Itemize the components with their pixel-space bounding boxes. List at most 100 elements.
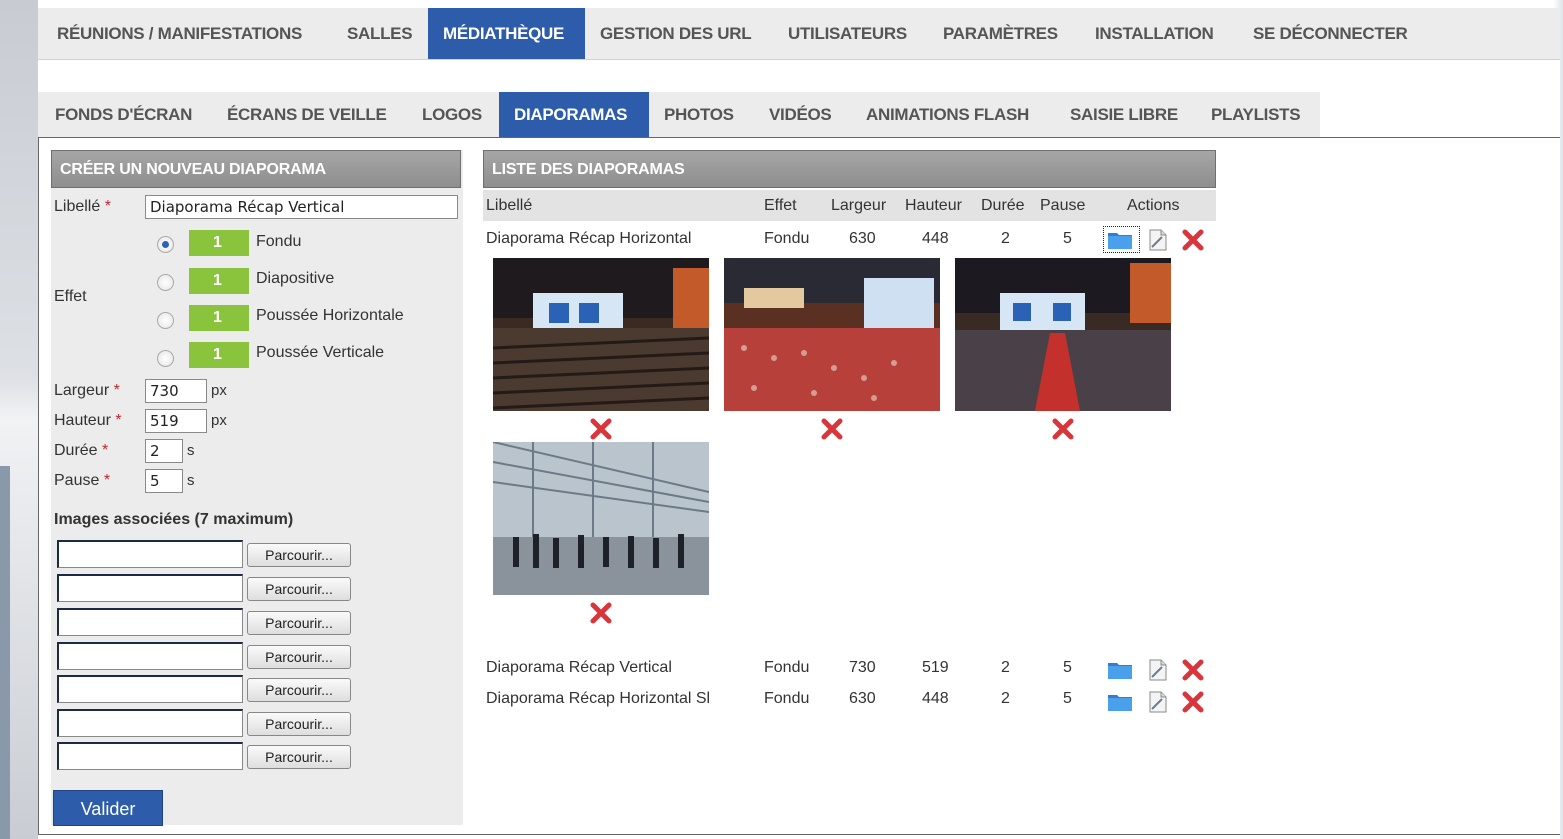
image-file-input-1[interactable] xyxy=(57,540,243,568)
effect-label-poussee-horizontale: Poussée Horizontale xyxy=(256,307,404,324)
tab-videos[interactable]: VIDÉOS xyxy=(754,92,846,137)
tab-photos[interactable]: PHOTOS xyxy=(649,92,749,137)
thumbnail-conference-crowd xyxy=(724,258,940,411)
image-file-input-6[interactable] xyxy=(57,709,243,737)
nav-item-mediatheque[interactable]: MÉDIATHÈQUE xyxy=(428,8,585,59)
top-navigation: RÉUNIONS / MANIFESTATIONS SALLES MÉDIATH… xyxy=(38,8,1560,60)
tab-logos[interactable]: LOGOS xyxy=(405,92,499,137)
effet-label: Effet xyxy=(54,288,87,305)
effect-label-poussee-verticale: Poussée Verticale xyxy=(256,344,385,361)
row2-libelle: Diaporama Récap Vertical xyxy=(486,659,672,676)
window-background-stripe xyxy=(0,466,10,839)
row3-edit-icon[interactable] xyxy=(1147,691,1169,713)
row3-delete-icon[interactable] xyxy=(1182,691,1204,713)
row1-folder-icon[interactable] xyxy=(1107,230,1133,250)
row3-duree: 2 xyxy=(1001,690,1010,707)
row2-delete-icon[interactable] xyxy=(1182,659,1204,681)
nav-item-parametres[interactable]: PARAMÈTRES xyxy=(928,8,1073,59)
row3-largeur: 630 xyxy=(849,690,876,707)
row1-delete-icon[interactable] xyxy=(1182,229,1204,251)
browse-button-1[interactable]: Parcourir... xyxy=(247,543,351,567)
largeur-unit: px xyxy=(211,382,227,399)
nav-item-salles[interactable]: SALLES xyxy=(328,8,431,59)
pause-input[interactable] xyxy=(145,469,183,493)
nav-item-deconnecter[interactable]: SE DÉCONNECTER xyxy=(1238,8,1423,59)
image-file-input-3[interactable] xyxy=(57,608,243,636)
pause-label: Pause * xyxy=(54,472,111,489)
col-header-duree: Durée xyxy=(981,197,1025,214)
create-diaporama-panel: CRÉER UN NOUVEAU DIAPORAMA Libellé * Eff… xyxy=(51,150,463,826)
content-area: CRÉER UN NOUVEAU DIAPORAMA Libellé * Eff… xyxy=(38,137,1560,835)
col-header-hauteur: Hauteur xyxy=(905,197,962,214)
largeur-label: Largeur * xyxy=(54,382,120,399)
row1-largeur: 630 xyxy=(849,230,876,247)
nav-item-reunions[interactable]: RÉUNIONS / MANIFESTATIONS xyxy=(38,8,321,59)
duree-label: Durée * xyxy=(54,442,109,459)
tab-diaporamas[interactable]: DIAPORAMAS xyxy=(499,92,649,137)
tab-fonds-ecran[interactable]: FONDS D'ÉCRAN xyxy=(38,92,209,137)
browse-button-7[interactable]: Parcourir... xyxy=(247,745,351,769)
thumbnail-4-delete-icon[interactable] xyxy=(590,602,612,624)
effect-preview-diapositive: 1 xyxy=(189,268,249,294)
browse-button-6[interactable]: Parcourir... xyxy=(247,712,351,736)
image-file-input-4[interactable] xyxy=(57,642,243,670)
nav-item-utilisateurs[interactable]: UTILISATEURS xyxy=(773,8,922,59)
row1-pause: 5 xyxy=(1063,230,1072,247)
browse-button-3[interactable]: Parcourir... xyxy=(247,611,351,635)
row1-hauteur: 448 xyxy=(922,230,949,247)
tab-animations-flash[interactable]: ANIMATIONS FLASH xyxy=(850,92,1045,137)
create-panel-title: CRÉER UN NOUVEAU DIAPORAMA xyxy=(51,150,461,188)
diaporama-list-panel: LISTE DES DIAPORAMAS Libellé Effet Large… xyxy=(483,150,1218,810)
row1-edit-icon[interactable] xyxy=(1147,229,1169,251)
browse-button-5[interactable]: Parcourir... xyxy=(247,678,351,702)
row2-effet: Fondu xyxy=(764,659,810,676)
nav-item-installation[interactable]: INSTALLATION xyxy=(1080,8,1229,59)
col-header-largeur: Largeur xyxy=(831,197,887,214)
thumbnail-2-delete-icon[interactable] xyxy=(821,418,843,440)
valider-button[interactable]: Valider xyxy=(53,790,163,826)
hauteur-input[interactable] xyxy=(145,409,207,433)
col-header-pause: Pause xyxy=(1040,197,1086,214)
nav-item-gestion-url[interactable]: GESTION DES URL xyxy=(585,8,766,59)
row1-libelle: Diaporama Récap Horizontal xyxy=(486,230,692,247)
duree-input[interactable] xyxy=(145,439,183,463)
thumbnail-1-delete-icon[interactable] xyxy=(590,418,612,440)
row2-edit-icon[interactable] xyxy=(1147,659,1169,681)
list-panel-title: LISTE DES DIAPORAMAS xyxy=(483,150,1216,188)
largeur-input[interactable] xyxy=(145,379,207,403)
tab-ecrans-veille[interactable]: ÉCRANS DE VEILLE xyxy=(210,92,404,137)
row3-pause: 5 xyxy=(1063,690,1072,707)
row2-largeur: 730 xyxy=(849,659,876,676)
libelle-label: Libellé * xyxy=(54,198,111,215)
duree-unit: s xyxy=(187,442,195,459)
row3-folder-icon[interactable] xyxy=(1107,692,1133,712)
thumbnail-auditorium-stage xyxy=(493,258,709,411)
libelle-input[interactable] xyxy=(145,195,458,219)
image-file-input-7[interactable] xyxy=(57,742,243,770)
tab-playlists[interactable]: PLAYLISTS xyxy=(1195,92,1316,137)
effect-label-fondu: Fondu xyxy=(256,233,302,250)
effect-preview-poussee-horizontale: 1 xyxy=(189,305,249,331)
browse-button-2[interactable]: Parcourir... xyxy=(247,577,351,601)
col-header-effet: Effet xyxy=(764,197,797,214)
row2-duree: 2 xyxy=(1001,659,1010,676)
row1-duree: 2 xyxy=(1001,230,1010,247)
image-file-input-5[interactable] xyxy=(57,675,243,703)
pause-unit: s xyxy=(187,472,195,489)
thumbnail-3-delete-icon[interactable] xyxy=(1052,418,1074,440)
image-file-input-2[interactable] xyxy=(57,574,243,602)
row2-folder-icon[interactable] xyxy=(1107,660,1133,680)
row1-effet: Fondu xyxy=(764,230,810,247)
page-frame: RÉUNIONS / MANIFESTATIONS SALLES MÉDIATH… xyxy=(38,8,1560,839)
row2-pause: 5 xyxy=(1063,659,1072,676)
radio-effect-poussee-horizontale[interactable] xyxy=(157,312,174,329)
row3-effet: Fondu xyxy=(764,690,810,707)
thumbnail-auditorium-aisle xyxy=(955,258,1171,411)
radio-effect-diapositive[interactable] xyxy=(157,274,174,291)
browse-button-4[interactable]: Parcourir... xyxy=(247,645,351,669)
media-tabs: FONDS D'ÉCRAN ÉCRANS DE VEILLE LOGOS DIA… xyxy=(38,92,1320,137)
tab-saisie-libre[interactable]: SAISIE LIBRE xyxy=(1054,92,1194,137)
hauteur-unit: px xyxy=(211,412,227,429)
radio-effect-poussee-verticale[interactable] xyxy=(157,350,174,367)
radio-effect-fondu[interactable] xyxy=(157,236,174,253)
